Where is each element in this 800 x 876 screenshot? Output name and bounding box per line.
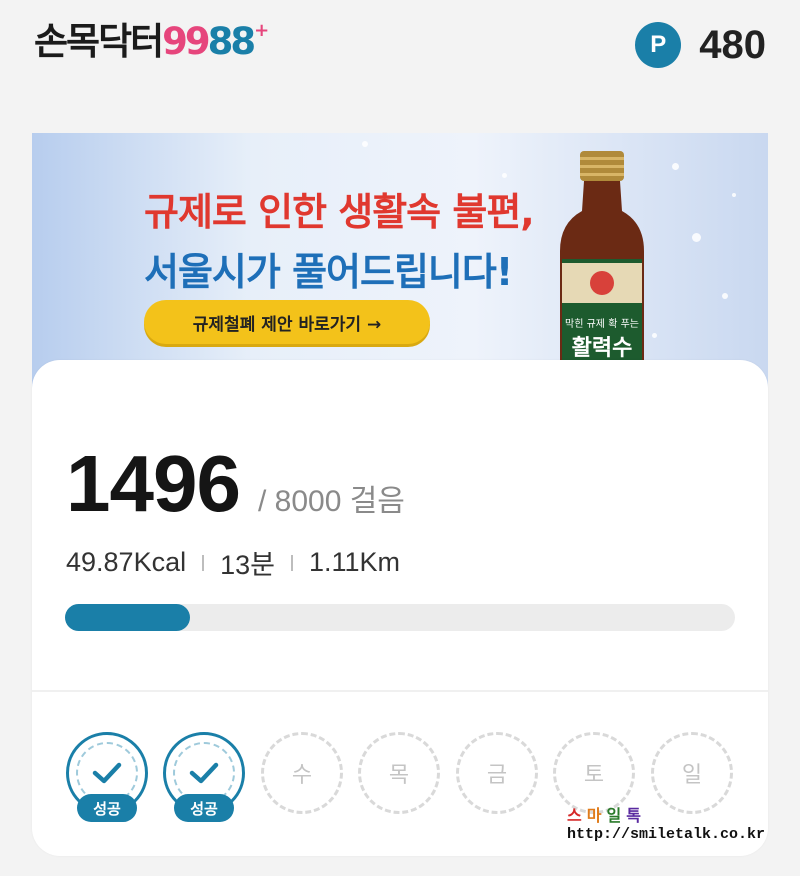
- logo-text: 손목닥터: [34, 20, 164, 63]
- day-status-fri[interactable]: 금: [456, 732, 538, 814]
- sparkle-dot: [732, 193, 736, 197]
- watermark-title: 스마일톡: [567, 806, 646, 825]
- banner-cta-button[interactable]: 규제철폐 제안 바로가기 →: [144, 300, 430, 344]
- activity-stats: 49.87Kcal 13분 1.11Km: [66, 543, 400, 582]
- sparkle-dot: [362, 141, 368, 147]
- sparkle-dot: [652, 333, 657, 338]
- bottle-big-text: 활력수: [572, 336, 633, 361]
- logo-plus: +: [254, 20, 270, 41]
- duration-value: 13분: [220, 550, 275, 580]
- watermark: 스마일톡 http://smiletalk.co.kr: [567, 802, 765, 843]
- day-label: 목: [358, 732, 440, 814]
- stat-divider: [290, 554, 293, 571]
- success-badge: 성공: [174, 794, 234, 822]
- points-value: 480: [699, 22, 766, 67]
- day-label: 수: [261, 732, 343, 814]
- app-header: 손목닥터 99 88 + P 480: [0, 0, 800, 90]
- banner-headline-1: 규제로 인한 생활속 불편,: [144, 190, 535, 234]
- step-card: 1496 / 8000 걸음 49.87Kcal 13분 1.11Km 성공 성…: [32, 360, 768, 856]
- points-icon: P: [635, 22, 682, 68]
- success-badge: 성공: [77, 794, 137, 822]
- bottle-small-text: 막힌 규제 확 푸는: [565, 318, 639, 330]
- day-label: 금: [456, 732, 538, 814]
- step-count: 1496: [66, 439, 241, 528]
- step-progress-bar: [65, 604, 735, 631]
- step-summary: 1496 / 8000 걸음: [66, 438, 405, 530]
- sparkle-dot: [692, 233, 701, 242]
- step-progress-fill: [65, 604, 191, 631]
- sparkle-dot: [722, 293, 728, 299]
- day-status-1[interactable]: 성공: [66, 732, 148, 822]
- stat-divider: [202, 554, 205, 571]
- logo-number-blue: 88: [207, 20, 256, 63]
- sparkle-dot: [672, 163, 679, 170]
- calories-value: 49.87Kcal: [66, 547, 187, 577]
- banner-headline-2: 서울시가 풀어드립니다!: [144, 250, 513, 294]
- points-display[interactable]: P 480: [635, 22, 766, 68]
- tonic-bottle-image: 막힌 규제 확 푸는 활력수: [560, 151, 644, 391]
- card-divider: [32, 690, 768, 692]
- step-goal: / 8000 걸음: [257, 485, 405, 518]
- sparkle-dot: [502, 173, 507, 178]
- day-status-thu[interactable]: 목: [358, 732, 440, 814]
- day-status-2[interactable]: 성공: [163, 732, 245, 822]
- day-status-wed[interactable]: 수: [261, 732, 343, 814]
- distance-value: 1.11Km: [308, 547, 401, 577]
- logo-number-pink: 99: [162, 20, 210, 63]
- app-logo[interactable]: 손목닥터 99 88 +: [34, 20, 269, 64]
- watermark-url: http://smiletalk.co.kr: [567, 826, 766, 843]
